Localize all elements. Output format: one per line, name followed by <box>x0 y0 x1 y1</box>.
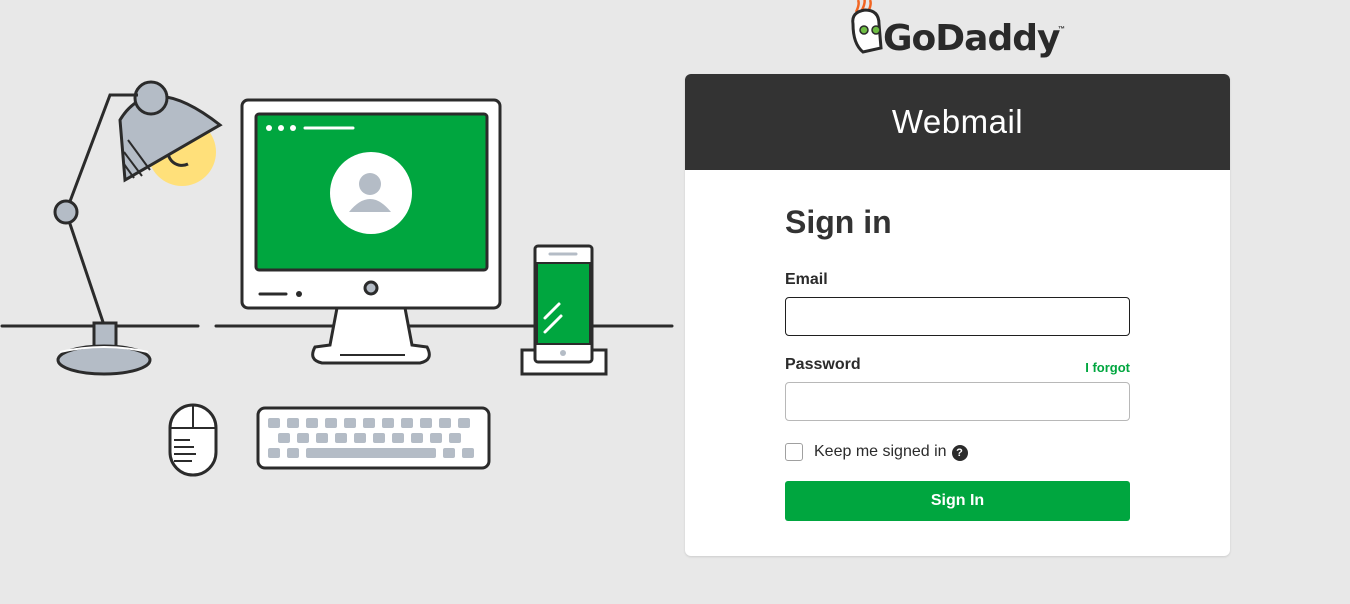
card-header: Webmail <box>685 74 1230 170</box>
mouse-icon <box>168 403 218 477</box>
sign-in-heading: Sign in <box>785 204 892 240</box>
keyboard-icon <box>256 406 491 470</box>
email-field[interactable] <box>785 297 1130 336</box>
help-icon[interactable]: ? <box>951 445 968 461</box>
keep-signed-in-label[interactable]: Keep me signed in <box>814 443 947 461</box>
monitor-icon <box>240 98 502 365</box>
workspace-illustration <box>0 80 674 477</box>
keep-signed-in-row: Keep me signed in ? <box>785 443 968 461</box>
password-label: Password <box>785 356 861 373</box>
page-title: Webmail <box>891 103 1024 140</box>
keep-signed-in-checkbox[interactable] <box>785 443 803 461</box>
sign-in-form: Sign in Email Password I forgot Keep me … <box>785 204 1130 521</box>
password-field[interactable] <box>785 382 1130 421</box>
user-avatar-icon <box>330 152 412 234</box>
login-card: Webmail Sign in Email Password I forgot … <box>685 74 1230 556</box>
lamp-icon <box>53 80 223 376</box>
forgot-password-link[interactable]: I forgot <box>1085 360 1130 375</box>
trademark: ™ <box>1058 26 1065 33</box>
sign-in-button[interactable]: Sign In <box>785 481 1130 521</box>
email-label: Email <box>785 271 828 288</box>
godaddy-wordmark: GoDaddy <box>883 18 1060 59</box>
phone-icon <box>520 244 608 376</box>
